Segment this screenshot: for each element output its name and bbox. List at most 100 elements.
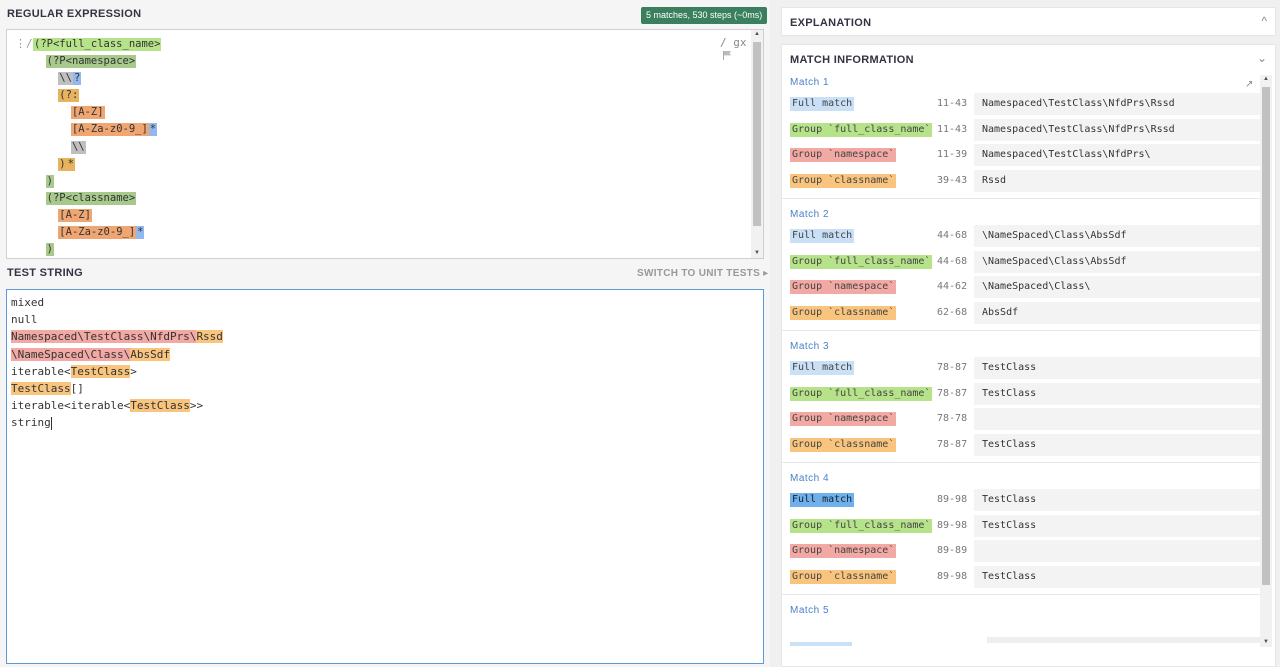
match-row[interactable]: Group `classname` 89-98 TestClass [782,565,1260,588]
plain-text[interactable]: >> [190,399,203,412]
match-row[interactable]: Group `namespace` 78-78 [782,408,1260,430]
match-row[interactable]: Group `full_class_name` 78-87 TestClass [782,382,1260,405]
regex-flags-text[interactable]: / gx [720,36,747,49]
match-value[interactable]: TestClass [974,382,1260,405]
match-row[interactable]: Group `classname` 78-87 TestClass [782,433,1260,456]
explanation-panel[interactable]: EXPLANATION ^ [781,7,1276,36]
plain-text[interactable]: string [11,416,51,429]
regex-token[interactable]: ) [45,174,54,188]
match-value[interactable] [974,540,1260,562]
scroll-down-arrow-icon[interactable]: ▼ [1260,639,1272,645]
match-row[interactable]: Full match 89-98 TestClass [782,489,1260,511]
explanation-title[interactable]: EXPLANATION [790,17,871,29]
regex-token[interactable]: (?P<full_class_name> [33,38,162,51]
match-row[interactable]: Group `full_class_name` 11-43 Namespaced\T… [782,118,1260,141]
regex-token[interactable]: (?P<namespace> [45,55,137,69]
regex-line[interactable]: \\? [33,70,161,87]
scroll-down-arrow-icon[interactable]: ▼ [751,250,763,256]
regex-token[interactable]: [A-Za-z0-9_] [70,123,149,137]
regex-line[interactable]: \\ [33,139,161,156]
regex-line[interactable]: ) [33,173,161,190]
match-value[interactable] [974,408,1260,430]
plain-text[interactable]: iterable<iterable< [11,399,130,412]
regex-token[interactable]: [A-Z] [58,208,92,222]
regex-token[interactable]: \\ [58,72,73,86]
regex-token[interactable]: * [136,226,145,240]
match-row[interactable]: Group `namespace` 44-62 \NameSpaced\Class\ [782,276,1260,298]
test-string-line[interactable]: \NameSpaced\Class\AbsSdf [11,346,223,363]
match-row[interactable]: Group `full_class_name` 44-68 \NameSpaced\… [782,250,1260,273]
regex-line[interactable]: [A-Z] [33,207,161,224]
test-string-line[interactable]: Namespaced\TestClass\NfdPrs\Rssd [11,328,223,345]
test-string-line[interactable]: string [11,414,223,431]
test-string-line[interactable]: mixed [11,294,223,311]
match-row[interactable]: Group `classname` 62-68 AbsSdf [782,301,1260,324]
plain-text[interactable]: iterable< [11,365,71,378]
match-scroll-thumb[interactable] [1262,87,1270,585]
plain-text[interactable]: > [130,365,137,378]
match-value[interactable]: Rssd [974,169,1260,192]
chevron-down-icon[interactable]: ⌄ [1257,51,1267,65]
match-value[interactable]: \NameSpaced\Class\AbsSdf [974,225,1260,247]
test-string-line[interactable]: iterable<iterable<TestClass>> [11,397,223,414]
regex-delimiter-prefix[interactable]: ⋮/ [15,37,33,50]
match-value[interactable]: TestClass [974,433,1260,456]
test-string-line[interactable]: iterable<TestClass> [11,363,223,380]
flag-icon[interactable] [722,51,732,60]
regex-code[interactable]: (?P<full_class_name> (?P<namespace> \\? … [33,36,162,258]
regex-token[interactable]: \\ [70,140,86,154]
regex-token[interactable]: * [148,123,158,137]
regex-line[interactable]: ) * [33,156,161,173]
match-value[interactable]: TestClass [974,514,1260,537]
test-string-editor[interactable]: mixed null Namespaced\TestClass\NfdPrs\Rss… [6,289,764,664]
regex-line[interactable]: (?: [33,87,161,104]
scroll-up-arrow-icon[interactable]: ▲ [1260,76,1272,82]
switch-to-unit-tests-link[interactable]: SWITCH TO UNIT TESTS ▸ [637,268,768,279]
regex-line[interactable]: [A-Z] [33,104,161,121]
test-string-line[interactable]: null [11,311,223,328]
match-value[interactable]: \NameSpaced\Class\AbsSdf [974,250,1260,273]
match-highlight[interactable]: \NameSpaced\Class\ [11,347,131,361]
regex-token[interactable]: [A-Z] [70,106,105,120]
regex-line[interactable]: ) [33,241,161,258]
regex-line[interactable]: [A-Za-z0-9_] * [33,121,161,138]
match-row[interactable]: Full match 11-43 Namespaced\TestClass\NfdP… [782,93,1260,115]
regex-line[interactable]: (?P<namespace> [33,53,161,70]
test-string-line[interactable]: TestClass[] [11,380,223,397]
regex-line[interactable]: (?P<full_class_name> [33,36,162,53]
plain-text[interactable]: [] [71,382,84,395]
match-highlight[interactable]: TestClass [11,381,71,395]
match-highlight[interactable]: Rssd [196,330,223,344]
match-value[interactable]: TestClass [974,565,1260,588]
match-value[interactable]: Namespaced\TestClass\NfdPrs\Rssd [974,93,1260,115]
regex-scrollbar[interactable]: ▲ ▼ [751,30,763,258]
plain-text[interactable]: null [11,313,38,326]
match-value[interactable]: AbsSdf [974,301,1260,324]
match-row[interactable]: Full match 44-68 \NameSpaced\Class\AbsSdf [782,225,1260,247]
scroll-up-arrow-icon[interactable]: ▲ [751,31,763,37]
chevron-up-icon[interactable]: ^ [1261,14,1267,28]
match-value[interactable]: TestClass [974,489,1260,511]
regex-token[interactable]: * [66,157,75,171]
match-value[interactable]: Namespaced\TestClass\NfdPrs\ [974,144,1260,166]
match-row[interactable]: Group `full_class_name` 89-98 TestClass [782,514,1260,537]
regex-token[interactable]: ) [58,157,67,171]
regex-token[interactable]: ? [72,72,82,86]
match-information-title[interactable]: MATCH INFORMATION [790,54,914,66]
test-string-text[interactable]: mixed null Namespaced\TestClass\NfdPrs\Rss… [11,294,223,432]
match-value[interactable]: \NameSpaced\Class\ [974,276,1260,298]
regex-editor[interactable]: ⋮/ (?P<full_class_name> (?P<namespace> \… [6,29,764,259]
match-row[interactable]: Group `namespace` 11-39 Namespaced\TestCla… [782,144,1260,166]
regex-line[interactable]: (?P<classname> [33,190,161,207]
share-icon[interactable]: ↗ [1245,79,1253,90]
match-highlight[interactable]: TestClass [70,364,131,378]
match-highlight[interactable]: TestClass [130,399,190,413]
match-value[interactable]: TestClass [974,357,1260,379]
match-list-scrollbar[interactable]: ▲ ▼ [1260,75,1272,647]
plain-text[interactable]: mixed [11,296,44,309]
match-row[interactable]: Full match 78-87 TestClass [782,357,1260,379]
match-value[interactable]: Namespaced\TestClass\NfdPrs\Rssd [974,118,1260,141]
regex-line[interactable]: [A-Za-z0-9_] * [33,224,161,241]
regex-token[interactable]: (?P<classname> [45,191,137,205]
match-row[interactable]: Group `namespace` 89-89 [782,540,1260,562]
